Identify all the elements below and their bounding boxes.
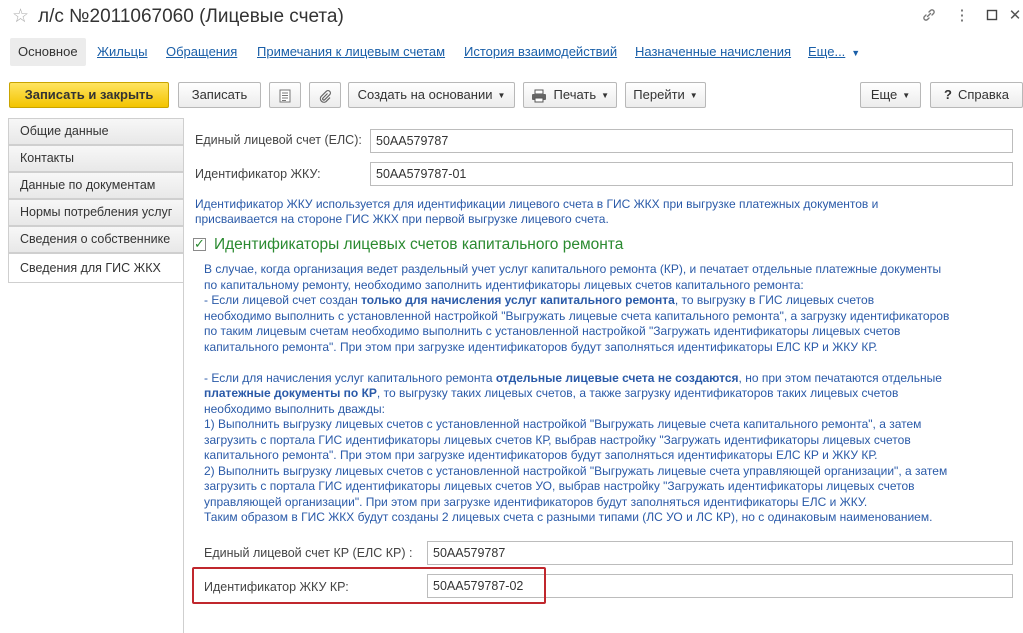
caret-down-icon: ▼ <box>689 91 698 100</box>
report-button[interactable] <box>269 82 301 108</box>
create-based-on-button[interactable]: Создать на основании ▼ <box>348 82 515 108</box>
desc-spacer <box>204 355 949 371</box>
desc-bold: платежные документы по КР <box>204 386 377 400</box>
close-icon[interactable]: ✕ <box>1006 6 1023 24</box>
caret-down-icon: ▼ <box>601 91 610 100</box>
tab-requests[interactable]: Обращения <box>166 44 237 59</box>
sidebar-item-gis[interactable]: Сведения для ГИС ЖКХ <box>8 253 184 283</box>
desc-text: , но при этом печатаются отдельные <box>738 370 942 385</box>
els-field[interactable]: 50АА579787 <box>370 129 1013 153</box>
caret-down-icon: ▼ <box>497 91 506 100</box>
desc-line: загрузить с портала ГИС идентификаторы л… <box>204 479 915 493</box>
desc-line: капитального ремонта". При этом при загр… <box>204 448 878 462</box>
id-field[interactable]: 50АА579787-01 <box>370 162 1013 186</box>
title-bar: ☆ л/с №2011067060 (Лицевые счета) ⋮ ✕ <box>0 0 1023 34</box>
desc-line: - Если для начисления услуг капитального… <box>204 371 949 387</box>
desc-line: Таким образом в ГИС ЖКХ будут созданы 2 … <box>204 510 933 524</box>
desc-text: , то выгрузку таких лицевых счетов, а та… <box>376 386 899 400</box>
els-kr-label: Единый лицевой счет КР (ЕЛС КР) : <box>204 546 413 560</box>
more-icon[interactable]: ⋮ <box>953 6 971 24</box>
more-button[interactable]: Еще ▼ <box>860 82 921 108</box>
collapse-check-icon[interactable]: ✓ <box>193 237 206 251</box>
print-label: Печать <box>553 87 597 102</box>
desc-line: - Если лицевой счет создан только для на… <box>204 293 949 309</box>
tab-main[interactable]: Основное <box>10 38 86 66</box>
paperclip-icon <box>318 87 332 103</box>
highlight-box <box>192 567 546 604</box>
sidebar-item-contacts[interactable]: Контакты <box>8 145 184 172</box>
tab-more[interactable]: Еще... ▼ <box>808 44 860 59</box>
help-button[interactable]: ? Справка <box>930 82 1023 108</box>
minimize-icon[interactable] <box>983 6 1001 23</box>
more-label: Еще <box>870 87 898 102</box>
desc-line: 1) Выполнить выгрузку лицевых счетов с у… <box>204 417 922 431</box>
goto-button[interactable]: Перейти ▼ <box>625 82 706 108</box>
info-line: присваивается на стороне ГИС ЖКХ при пер… <box>195 212 609 227</box>
capital-repair-description: В случае, когда организация ведет раздел… <box>204 262 949 526</box>
help-icon: ? <box>944 87 952 102</box>
desc-line: платежные документы по КР, то выгрузку т… <box>204 386 949 402</box>
id-label: Идентификатор ЖКУ: <box>195 167 321 181</box>
desc-line: загрузить с портала ГИС идентификаторы л… <box>204 432 911 447</box>
create-based-on-label: Создать на основании <box>357 87 493 102</box>
els-label: Единый лицевой счет (ЕЛС): <box>195 133 362 147</box>
desc-line: В случае, когда организация ведет раздел… <box>204 262 942 276</box>
save-and-close-label: Записать и закрыть <box>24 87 154 102</box>
desc-bold: только для начисления услуг капитального… <box>361 293 675 307</box>
save-button[interactable]: Записать <box>178 82 261 108</box>
tab-charges[interactable]: Назначенные начисления <box>635 44 791 59</box>
id-info-text: Идентификатор ЖКУ используется для идент… <box>195 197 878 228</box>
sidebar-item-norms[interactable]: Нормы потребления услуг <box>8 199 184 226</box>
sidebar-item-owner[interactable]: Сведения о собственнике <box>8 226 184 253</box>
desc-line: капитального ремонта". При этом при загр… <box>204 339 878 354</box>
window-title: л/с №2011067060 (Лицевые счета) <box>38 6 344 27</box>
desc-line: необходимо выполнить с установленной нас… <box>204 308 950 323</box>
desc-line: по капитальному ремонту, необходимо запо… <box>204 277 804 292</box>
desc-text: - Если для начисления услуг капитального… <box>204 370 496 385</box>
els-kr-field[interactable]: 50АА579787 <box>427 541 1013 565</box>
desc-text: - Если лицевой счет создан <box>204 293 362 307</box>
sidebar-item-general[interactable]: Общие данные <box>8 118 184 145</box>
tab-history[interactable]: История взаимодействий <box>464 44 617 59</box>
tab-more-label: Еще... <box>808 44 846 59</box>
link-icon[interactable] <box>920 6 938 23</box>
desc-line: по таким лицевым счетам необходимо выпол… <box>204 324 901 338</box>
star-icon[interactable]: ☆ <box>12 5 29 28</box>
tab-notes[interactable]: Примечания к лицевым счетам <box>257 44 445 59</box>
help-label: Справка <box>957 87 1009 102</box>
save-and-close-button[interactable]: Записать и закрыть <box>9 82 169 108</box>
goto-label: Перейти <box>633 87 685 102</box>
chevron-down-icon: ▼ <box>851 48 861 58</box>
group-title: Идентификаторы лицевых счетов капитально… <box>214 236 624 253</box>
printer-icon <box>531 87 547 103</box>
desc-line: 2) Выполнить выгрузку лицевых счетов с у… <box>204 463 948 478</box>
content-divider <box>183 118 184 633</box>
sidebar-item-documents[interactable]: Данные по документам <box>8 172 184 199</box>
tab-residents[interactable]: Жильцы <box>97 44 147 59</box>
caret-down-icon: ▼ <box>902 91 911 100</box>
section-tabs: Основное Жильцы Обращения Примечания к л… <box>0 36 1023 68</box>
desc-line: управляющей организации". При этом при з… <box>204 494 868 509</box>
document-list-icon <box>279 87 291 103</box>
desc-line: необходимо выполнить дважды: <box>204 401 385 416</box>
desc-text: , то выгрузку в ГИС лицевых счетов <box>674 293 875 307</box>
attach-button[interactable] <box>309 82 341 108</box>
print-button[interactable]: Печать ▼ <box>523 82 617 108</box>
desc-bold: отдельные лицевые счета не создаются <box>495 370 739 385</box>
save-label: Записать <box>191 87 248 102</box>
info-line: Идентификатор ЖКУ используется для идент… <box>195 197 879 211</box>
